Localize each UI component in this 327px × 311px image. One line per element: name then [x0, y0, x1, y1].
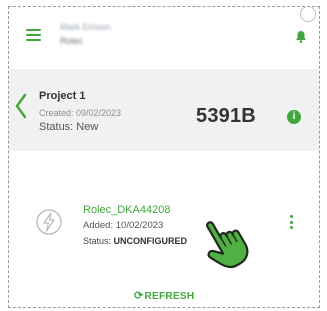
project-panel: Project 1 Created: 09/02/2023 Status: Ne…: [9, 69, 319, 151]
user-name: Mark Emson: [60, 22, 111, 32]
bell-icon[interactable]: [295, 30, 307, 43]
project-status: Status: New: [39, 121, 99, 133]
menu-icon[interactable]: [26, 29, 41, 41]
device-card[interactable]: Rolec_DKA44208 Added: 10/02/2023 Status:…: [9, 151, 319, 307]
refresh-label: REFRESH: [144, 291, 195, 302]
device-status-value: UNCONFIGURED: [113, 236, 188, 246]
device-added: Added: 10/02/2023: [83, 220, 164, 231]
refresh-icon: ⟳: [134, 290, 144, 302]
app-header: Mark Emson Rolec: [9, 7, 319, 69]
user-info: Mark Emson Rolec: [60, 22, 111, 46]
project-created: Created: 09/02/2023: [39, 108, 122, 118]
refresh-button[interactable]: ⟳REFRESH: [134, 289, 194, 302]
pointer-hand-icon: [206, 221, 249, 269]
info-icon[interactable]: i: [287, 110, 301, 124]
chevron-left-icon[interactable]: [15, 93, 27, 119]
more-vert-icon[interactable]: [290, 215, 294, 233]
device-status-label: Status:: [83, 236, 114, 246]
device-name[interactable]: Rolec_DKA44208: [83, 204, 170, 216]
charger-bolt-icon: [36, 209, 62, 235]
user-company: Rolec: [60, 36, 84, 46]
project-title: Project 1: [39, 90, 86, 102]
app-screen: Mark Emson Rolec Project 1 Created: 09/0…: [8, 6, 320, 308]
device-status: Status: UNCONFIGURED: [83, 236, 187, 246]
project-id: 5391B: [196, 105, 256, 127]
